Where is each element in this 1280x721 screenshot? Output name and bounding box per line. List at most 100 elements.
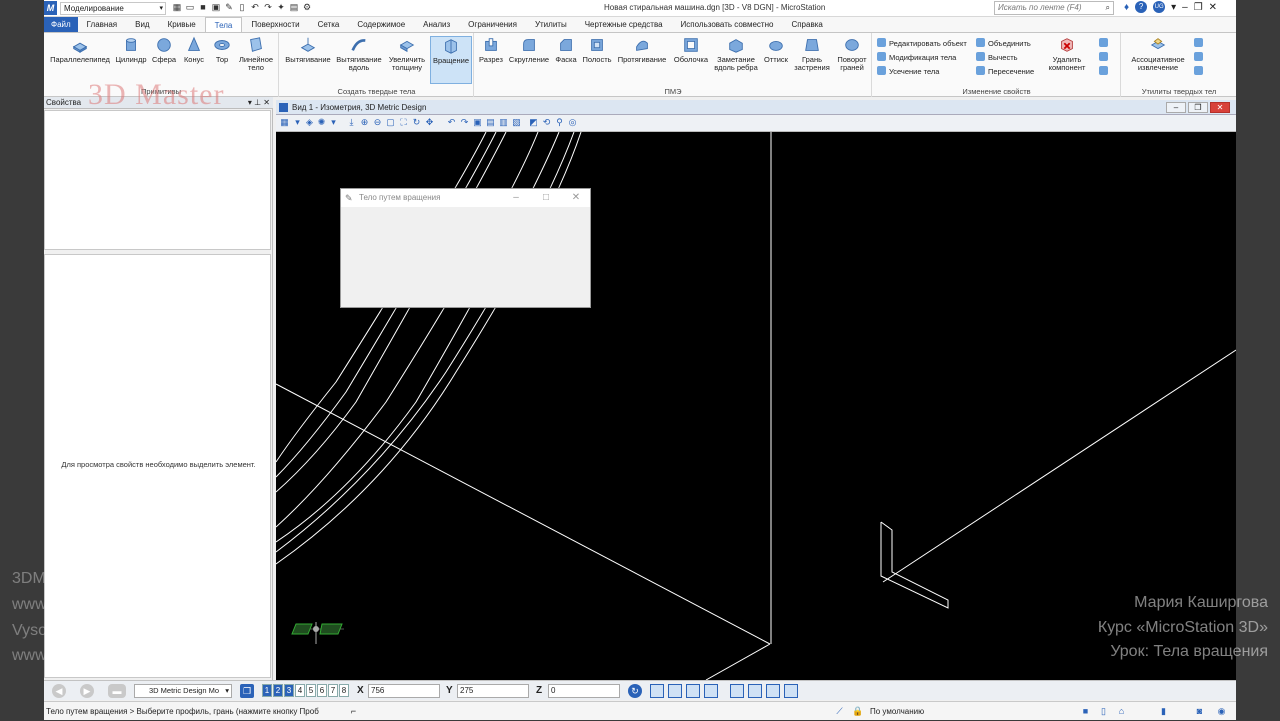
view-restore-button[interactable]: ❐ xyxy=(1188,102,1208,113)
render-icon[interactable]: ◎ xyxy=(567,117,578,128)
view-1-button[interactable]: 1 xyxy=(262,684,272,697)
network-status-icon[interactable]: ◉ xyxy=(1216,706,1227,717)
view-iso-icon[interactable] xyxy=(704,684,718,698)
forward-icon[interactable]: ▶ xyxy=(80,684,94,698)
lock-icon[interactable]: 🔒 xyxy=(852,706,863,717)
print-icon[interactable]: ▤ xyxy=(289,2,299,13)
tab-drawing-tools[interactable]: Чертежные средства xyxy=(576,17,672,32)
tab-content[interactable]: Содержимое xyxy=(348,17,414,32)
fillet-button[interactable]: Скругление xyxy=(506,36,552,64)
file-status-icon[interactable]: ▮ xyxy=(1158,706,1169,717)
view-3-button[interactable]: 3 xyxy=(284,684,294,697)
tab-file[interactable]: Файл xyxy=(44,17,78,32)
open-icon[interactable]: ▭ xyxy=(185,2,195,13)
view-6-button[interactable]: 6 xyxy=(317,684,327,697)
view-7-button[interactable]: 7 xyxy=(328,684,338,697)
rotate-faces-button[interactable]: Поворот граней xyxy=(833,36,871,72)
hole-button[interactable]: Полость xyxy=(579,36,615,64)
pin-icon[interactable]: ✦ xyxy=(276,2,286,13)
copy-view-icon[interactable]: ▣ xyxy=(472,117,483,128)
tab-constraints[interactable]: Ограничения xyxy=(459,17,526,32)
subtract-button[interactable]: Вычесть xyxy=(976,52,1018,63)
view-right-icon[interactable] xyxy=(686,684,700,698)
dropdown-icon[interactable]: ▾ xyxy=(1171,1,1176,15)
cone-button[interactable]: Конус xyxy=(180,36,208,64)
view-previous-icon[interactable]: ↶ xyxy=(446,117,457,128)
microstation-logo-icon[interactable]: M xyxy=(44,1,57,15)
intersect-button[interactable]: Пересечение xyxy=(976,66,1034,77)
modify-solid-button[interactable]: Модификация тела xyxy=(877,52,956,63)
box-button[interactable]: Параллелепипед xyxy=(47,36,113,64)
utility-tool-3[interactable] xyxy=(1194,66,1206,77)
extrude-button[interactable]: Вытягивание xyxy=(283,36,333,64)
view-windows-icon[interactable]: ❐ xyxy=(240,684,254,698)
window-area-icon[interactable]: ▢ xyxy=(385,117,396,128)
revolve-button[interactable]: Вращение xyxy=(430,36,472,84)
view-close-button[interactable]: ✕ xyxy=(1210,102,1230,113)
tab-utilities[interactable]: Утилиты xyxy=(526,17,576,32)
properties-selection-list[interactable] xyxy=(44,110,271,250)
document-icon[interactable]: ▯ xyxy=(237,2,247,13)
dropdown-icon[interactable]: ▾ xyxy=(292,117,303,128)
extrude-along-button[interactable]: Вытягивание вдоль xyxy=(334,36,384,72)
sweep-button[interactable]: Протягивание xyxy=(615,36,669,64)
wrench-icon[interactable]: ✎ xyxy=(224,2,234,13)
utility-tool-2[interactable] xyxy=(1194,52,1206,63)
tab-analysis[interactable]: Анализ xyxy=(414,17,459,32)
display-set-icon[interactable]: ▧ xyxy=(511,117,522,128)
tab-help[interactable]: Справка xyxy=(782,17,831,32)
tab-solids[interactable]: Тела xyxy=(204,17,243,32)
minimize-icon[interactable]: – xyxy=(1182,1,1188,15)
workflow-select[interactable]: Моделирование ▾ xyxy=(60,2,166,15)
clip-mask-icon[interactable]: ▥ xyxy=(498,117,509,128)
view-4-button[interactable]: 4 xyxy=(295,684,305,697)
tab-home[interactable]: Главная xyxy=(78,17,126,32)
modify-extra-3[interactable] xyxy=(1099,66,1111,77)
cylinder-button[interactable]: Цилиндр xyxy=(113,36,149,64)
modify-extra-2[interactable] xyxy=(1099,52,1111,63)
tab-view[interactable]: Вид xyxy=(126,17,158,32)
linear-solid-button[interactable]: Линейное тело xyxy=(235,36,277,72)
zoom-out-icon[interactable]: ⊖ xyxy=(372,117,383,128)
dialog-maximize-button[interactable]: □ xyxy=(531,189,561,207)
tab-mesh[interactable]: Сетка xyxy=(309,17,349,32)
save-status-icon[interactable]: ■ xyxy=(1080,706,1091,717)
save-icon[interactable]: ■ xyxy=(198,2,208,13)
zoom-in-icon[interactable]: ⊕ xyxy=(359,117,370,128)
home-status-icon[interactable]: ⌂ xyxy=(1116,706,1127,717)
document-status-icon[interactable]: ▯ xyxy=(1098,706,1109,717)
modify-extra-1[interactable] xyxy=(1099,38,1111,49)
model-icon[interactable]: ▬ xyxy=(108,684,126,698)
redo-icon[interactable]: ↷ xyxy=(263,2,273,13)
view-group-select[interactable]: 3D Metric Design Mo ▾ xyxy=(134,684,232,698)
view-attributes-icon[interactable]: ▦ xyxy=(279,117,290,128)
chamfer-button[interactable]: Фаска xyxy=(553,36,579,64)
rotate-accudraw-icon[interactable]: ↻ xyxy=(628,684,642,698)
trim-solid-button[interactable]: Усечение тела xyxy=(877,66,939,77)
view-rotation-1-icon[interactable] xyxy=(730,684,744,698)
view-next-icon[interactable]: ↷ xyxy=(459,117,470,128)
view-5-button[interactable]: 5 xyxy=(306,684,316,697)
torus-button[interactable]: Тор xyxy=(210,36,234,64)
tab-curves[interactable]: Кривые xyxy=(159,17,205,32)
view-top-icon[interactable] xyxy=(650,684,664,698)
imprint-button[interactable]: Оттиск xyxy=(761,36,791,64)
restore-icon[interactable]: ❐ xyxy=(1194,1,1203,15)
view-rotate-icon[interactable]: ⟲ xyxy=(541,117,552,128)
camera-icon[interactable]: ◩ xyxy=(528,117,539,128)
view-rotation-2-icon[interactable] xyxy=(748,684,762,698)
utility-tool-1[interactable] xyxy=(1194,38,1206,49)
z-coordinate-input[interactable]: 0 xyxy=(548,684,620,698)
face-draft-button[interactable]: Грань застрения xyxy=(792,36,832,72)
view-8-button[interactable]: 8 xyxy=(339,684,349,697)
shell-button[interactable]: Оболочка xyxy=(671,36,711,64)
panel-controls-icon[interactable]: ▾ ⊥ ✕ xyxy=(248,97,270,108)
help-icon[interactable]: ? xyxy=(1135,1,1148,13)
save-settings-icon[interactable]: ▣ xyxy=(211,2,221,13)
snap-icon[interactable]: ⟋ xyxy=(834,706,845,717)
lighting-icon[interactable]: ✺ xyxy=(316,117,327,128)
walk-icon[interactable]: ⚲ xyxy=(554,117,565,128)
display-style-icon[interactable]: ◈ xyxy=(304,117,315,128)
x-coordinate-input[interactable]: 756 xyxy=(368,684,440,698)
union-button[interactable]: Объединить xyxy=(976,38,1031,49)
